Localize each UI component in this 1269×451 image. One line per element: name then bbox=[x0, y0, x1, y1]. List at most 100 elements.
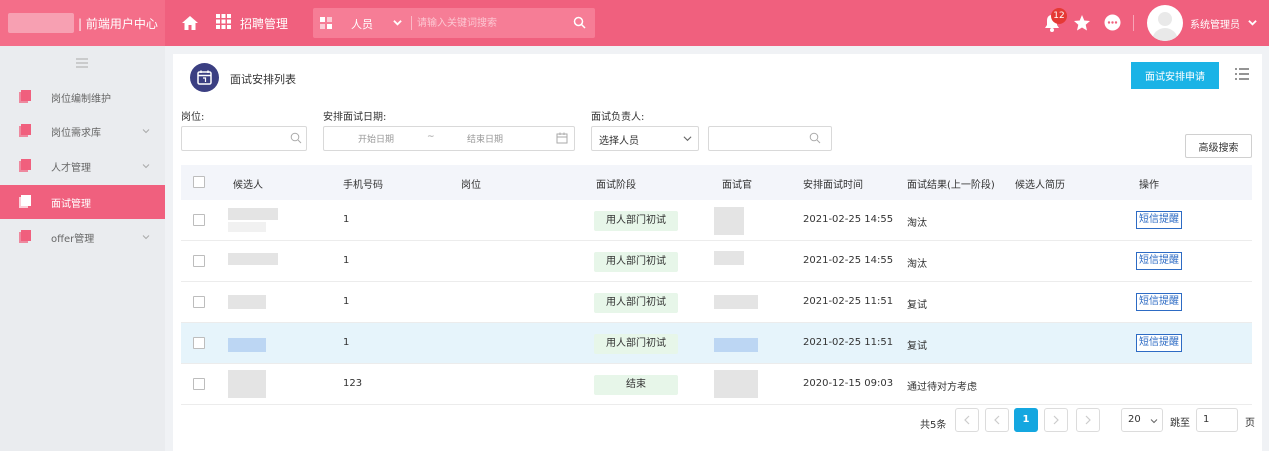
global-search: 人员 bbox=[313, 8, 595, 38]
chevron-down-icon[interactable] bbox=[393, 18, 402, 27]
chevron-right-icon bbox=[1053, 415, 1059, 425]
interview-time-cell: 2021-02-25 14:55 bbox=[803, 255, 894, 266]
row-checkbox[interactable] bbox=[193, 337, 205, 349]
prev-page-button[interactable] bbox=[985, 408, 1009, 432]
sidebar-item-position-demand[interactable]: 岗位需求库 bbox=[0, 114, 165, 148]
list-icon[interactable] bbox=[1235, 68, 1249, 80]
sidebar-item-talent[interactable]: 人才管理 bbox=[0, 149, 165, 183]
page-size-select[interactable]: 20 bbox=[1121, 408, 1163, 432]
result-cell: 淘汰 bbox=[907, 259, 927, 270]
chevron-right-icon bbox=[1085, 415, 1091, 425]
result-cell: 淘汰 bbox=[907, 218, 927, 229]
candidate-name-redacted bbox=[228, 370, 266, 398]
search-icon bbox=[809, 132, 821, 144]
sms-reminder-button[interactable]: 短信提醒 bbox=[1136, 252, 1182, 270]
last-page-button[interactable] bbox=[1076, 408, 1100, 432]
table-row[interactable]: 1 用人部门初试 2021-02-25 11:51 复试 短信提醒 bbox=[181, 323, 1252, 364]
sidebar-item-label: 人才管理 bbox=[51, 163, 91, 174]
column-header[interactable]: 候选人 bbox=[233, 176, 263, 191]
sidebar: 岗位编制维护 岗位需求库 人才管理 面试管理 offer管理 bbox=[0, 46, 165, 451]
sidebar-item-offer[interactable]: offer管理 bbox=[0, 220, 165, 254]
sms-reminder-button[interactable]: 短信提醒 bbox=[1136, 334, 1182, 352]
home-icon[interactable] bbox=[181, 14, 199, 32]
avatar[interactable] bbox=[1147, 5, 1183, 41]
table-row[interactable]: 1 用人部门初试 2021-02-25 11:51 复试 短信提醒 bbox=[181, 282, 1252, 323]
calendar-icon bbox=[190, 63, 219, 92]
interviewer-redacted bbox=[714, 207, 744, 235]
interview-time-cell: 2020-12-15 09:03 bbox=[803, 378, 894, 389]
collapse-menu-icon[interactable] bbox=[76, 58, 88, 68]
stage-badge: 用人部门初试 bbox=[594, 252, 678, 272]
header-divider bbox=[1133, 15, 1134, 31]
sidebar-item-label: 面试管理 bbox=[51, 199, 91, 210]
chevron-down-icon bbox=[1150, 419, 1158, 424]
stage-badge: 用人部门初试 bbox=[594, 211, 678, 231]
candidate-name-redacted bbox=[228, 253, 278, 265]
column-header[interactable]: 岗位 bbox=[461, 176, 481, 191]
owner-select[interactable]: 选择人员 bbox=[591, 126, 699, 151]
select-all-checkbox[interactable] bbox=[193, 176, 205, 188]
table-row[interactable]: 1 用人部门初试 2021-02-25 14:55 淘汰 短信提醒 bbox=[181, 200, 1252, 241]
interview-apply-button[interactable]: 面试安排申请 bbox=[1131, 62, 1219, 89]
chevron-down-icon[interactable] bbox=[1248, 18, 1257, 27]
goto-page-input[interactable]: 1 bbox=[1196, 408, 1238, 432]
stage-badge: 用人部门初试 bbox=[594, 293, 678, 313]
goto-page-value: 1 bbox=[1203, 414, 1210, 425]
sms-reminder-button[interactable]: 短信提醒 bbox=[1136, 211, 1182, 229]
pagination: 共5条 1 20 跳至 1 页 bbox=[173, 404, 1262, 444]
goto-label: 跳至 bbox=[1170, 418, 1190, 429]
first-page-button[interactable] bbox=[955, 408, 979, 432]
interview-time-cell: 2021-02-25 11:51 bbox=[803, 296, 894, 307]
search-input[interactable] bbox=[417, 12, 567, 34]
document-icon bbox=[19, 124, 31, 137]
column-header[interactable]: 操作 bbox=[1139, 176, 1159, 191]
column-header[interactable]: 面试阶段 bbox=[596, 176, 636, 191]
sidebar-item-position-maintenance[interactable]: 岗位编制维护 bbox=[0, 80, 165, 114]
next-page-button[interactable] bbox=[1044, 408, 1068, 432]
grid-icon[interactable] bbox=[216, 14, 231, 29]
owner-filter-label: 面试负责人: bbox=[591, 112, 645, 123]
column-header[interactable]: 手机号码 bbox=[343, 176, 383, 191]
search-category-select[interactable]: 人员 bbox=[351, 16, 373, 32]
document-icon bbox=[19, 230, 31, 243]
sms-reminder-button[interactable]: 短信提醒 bbox=[1136, 293, 1182, 311]
notification-badge: 12 bbox=[1051, 8, 1067, 24]
column-header[interactable]: 候选人简历 bbox=[1015, 176, 1065, 191]
module-title[interactable]: 招聘管理 bbox=[240, 15, 288, 32]
sidebar-item-interview[interactable]: 面试管理 bbox=[0, 185, 165, 219]
row-checkbox[interactable] bbox=[193, 378, 205, 390]
page-title: 面试安排列表 bbox=[230, 73, 296, 86]
table-row[interactable]: 123 结束 2020-12-15 09:03 通过待对方考虑 bbox=[181, 364, 1252, 405]
chevron-left-icon bbox=[964, 415, 970, 425]
row-checkbox[interactable] bbox=[193, 296, 205, 308]
advanced-search-button[interactable]: 高级搜索 bbox=[1185, 134, 1252, 158]
owner-search-input[interactable] bbox=[708, 126, 832, 151]
username[interactable]: 系统管理员 bbox=[1190, 16, 1240, 31]
table-row[interactable]: 1 用人部门初试 2021-02-25 14:55 淘汰 短信提醒 bbox=[181, 241, 1252, 282]
position-filter-input[interactable] bbox=[181, 126, 307, 151]
end-date-placeholder[interactable]: 结束日期 bbox=[467, 132, 503, 145]
row-checkbox[interactable] bbox=[193, 214, 205, 226]
calendar-icon bbox=[556, 132, 568, 144]
page-button-current[interactable]: 1 bbox=[1014, 408, 1038, 432]
column-header[interactable]: 面试官 bbox=[722, 176, 752, 191]
result-cell: 通过待对方考虑 bbox=[907, 382, 977, 393]
search-icon[interactable] bbox=[573, 16, 586, 29]
interview-time-cell: 2021-02-25 14:55 bbox=[803, 214, 894, 225]
date-range-picker[interactable]: 开始日期 ~ 结束日期 bbox=[323, 126, 575, 151]
page-suffix: 页 bbox=[1245, 418, 1255, 429]
star-icon[interactable] bbox=[1073, 14, 1091, 32]
start-date-placeholder[interactable]: 开始日期 bbox=[358, 132, 394, 145]
app-title: | 前端用户中心 bbox=[78, 17, 158, 31]
brand-area[interactable]: | 前端用户中心 bbox=[0, 0, 165, 46]
interview-time-cell: 2021-02-25 11:51 bbox=[803, 337, 894, 348]
column-header[interactable]: 安排面试时间 bbox=[803, 176, 863, 191]
column-header[interactable]: 面试结果(上一阶段) bbox=[907, 176, 995, 191]
stage-badge: 用人部门初试 bbox=[594, 334, 678, 354]
document-icon bbox=[19, 195, 31, 208]
top-bar: | 前端用户中心 招聘管理 人员 12 bbox=[0, 0, 1269, 46]
more-icon[interactable] bbox=[1104, 14, 1121, 31]
document-icon bbox=[19, 159, 31, 172]
phone-cell: 1 bbox=[343, 337, 350, 348]
row-checkbox[interactable] bbox=[193, 255, 205, 267]
